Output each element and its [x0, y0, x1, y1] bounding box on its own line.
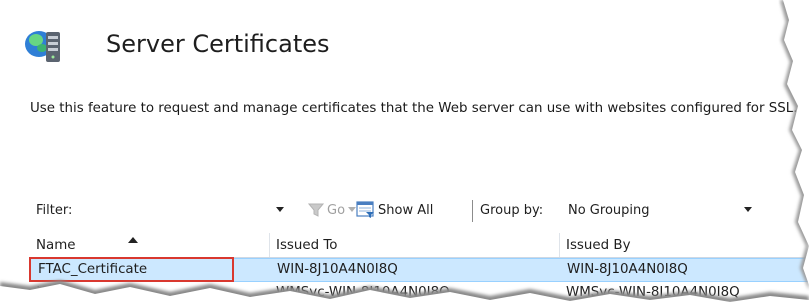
callout-highlight-box — [29, 257, 234, 282]
cell-name: WM — [37, 285, 62, 300]
column-header-issued-to[interactable]: Issued To — [270, 233, 560, 257]
filter-dropdown-arrow[interactable] — [276, 207, 284, 212]
cell-issued-by: WMSvc-WIN-8J10A4N0I8Q — [566, 285, 740, 300]
cell-issued-to: WIN-8J10A4N0I8Q — [277, 262, 398, 277]
filter-label: Filter: — [36, 203, 73, 218]
group-by-label: Group by: — [480, 203, 544, 218]
server-certificate-icon — [25, 31, 60, 62]
table-header: Name Issued To Issued By — [30, 233, 809, 258]
group-by-dropdown-arrow[interactable] — [744, 207, 752, 212]
cell-issued-to: WMSvc-WIN-8J10A4N0I8Q — [276, 285, 450, 300]
sort-ascending-icon — [128, 237, 138, 243]
filter-input[interactable] — [94, 198, 274, 224]
toolbar-separator — [472, 200, 473, 222]
go-dropdown-arrow[interactable] — [348, 207, 356, 212]
column-header-issued-by[interactable]: Issued By — [560, 233, 809, 257]
cell-issued-by: WIN-8J10A4N0I8Q — [567, 262, 688, 277]
page-title: Server Certificates — [106, 30, 330, 58]
show-all-button[interactable]: Show All — [378, 203, 433, 218]
funnel-icon — [308, 203, 324, 217]
filter-toolbar: Filter: Go Show All Group by: No Groupin… — [30, 196, 790, 226]
group-by-select[interactable]: No Grouping — [568, 203, 650, 218]
show-all-icon — [356, 201, 374, 218]
column-header-name[interactable]: Name — [30, 233, 270, 257]
feature-description: Use this feature to request and manage c… — [30, 101, 798, 116]
server-certificates-page: Server Certificates Use this feature to … — [0, 0, 809, 303]
go-button[interactable]: Go — [327, 203, 345, 218]
table-row[interactable]: WM WMSvc-WIN-8J10A4N0I8Q WMSvc-WIN-8J10A… — [30, 282, 809, 306]
